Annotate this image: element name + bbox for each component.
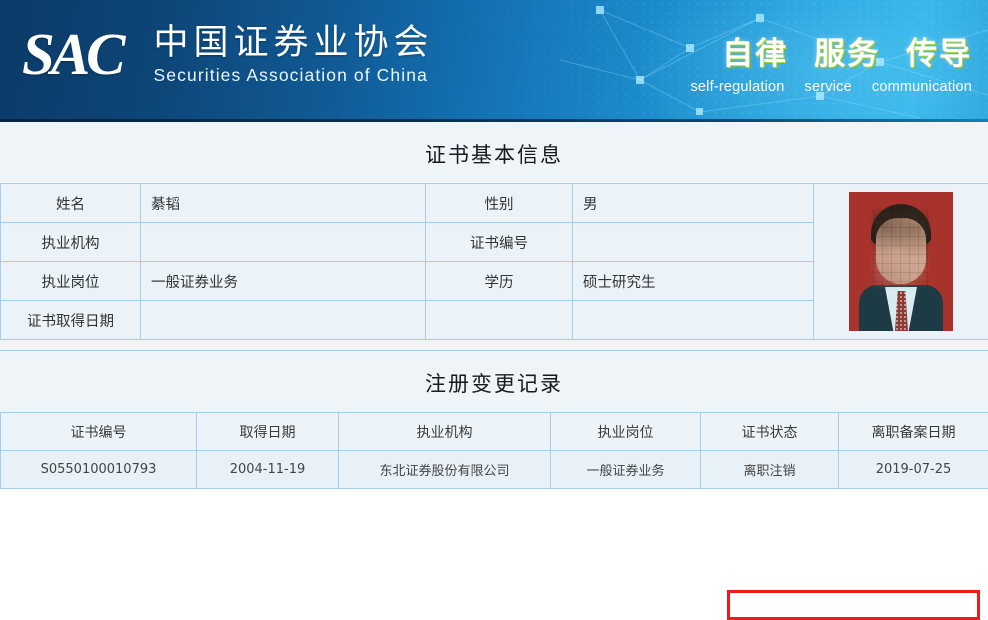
- records-header-row: 证书编号 取得日期 执业机构 执业岗位 证书状态 离职备案日期: [1, 413, 988, 451]
- slogan-en-2: communication: [872, 79, 972, 95]
- column-header-departure-date: 离职备案日期: [839, 413, 988, 451]
- id-photo: [849, 192, 953, 331]
- label-position: 执业岗位: [1, 262, 141, 301]
- value-position: 一般证券业务: [141, 262, 426, 301]
- value-empty: [573, 301, 814, 340]
- slogan-cn-0: 自律: [722, 28, 788, 73]
- page-content: 证书基本信息 姓名 綦韬 性别 男: [0, 122, 988, 489]
- cell-certificate-no: S0550100010793: [1, 451, 197, 489]
- value-name: 綦韬: [141, 184, 426, 223]
- basic-info-title: 证书基本信息: [0, 122, 988, 183]
- value-issue-date: [141, 301, 426, 340]
- column-header-obtain-date: 取得日期: [197, 413, 339, 451]
- value-institution: [141, 223, 426, 262]
- organization-name: 中国证券业协会 Securities Association of China: [154, 24, 434, 86]
- column-header-institution: 执业机构: [339, 413, 551, 451]
- column-header-position: 执业岗位: [551, 413, 701, 451]
- sac-logo[interactable]: SAC 中国证券业协会 Securities Association of Ch…: [22, 24, 434, 86]
- registration-change-records-table: 证书编号 取得日期 执业机构 执业岗位 证书状态 离职备案日期 S0550100…: [0, 412, 988, 489]
- slogan-cn-1: 服务: [814, 28, 880, 73]
- section-divider: [0, 340, 988, 351]
- slogan-en-1: service: [805, 79, 852, 95]
- value-certificate-no: [573, 223, 814, 262]
- label-empty: [426, 301, 573, 340]
- label-name: 姓名: [1, 184, 141, 223]
- photo-pixelation-grid: [873, 210, 929, 286]
- status-highlight-box: [727, 590, 980, 620]
- sac-logo-text: SAC: [22, 25, 122, 84]
- label-certificate-no: 证书编号: [426, 223, 573, 262]
- organization-name-en: Securities Association of China: [154, 65, 434, 86]
- label-gender: 性别: [426, 184, 573, 223]
- organization-name-cn: 中国证券业协会: [154, 24, 434, 63]
- table-row: S0550100010793 2004-11-19 东北证券股份有限公司 一般证…: [1, 451, 988, 489]
- value-gender: 男: [573, 184, 814, 223]
- slogan-en-row: self-regulation service communication: [690, 79, 972, 95]
- photo-cell: [814, 184, 988, 340]
- site-header-banner: SAC 中国证券业协会 Securities Association of Ch…: [0, 0, 988, 122]
- column-header-status: 证书状态: [701, 413, 839, 451]
- label-institution: 执业机构: [1, 223, 141, 262]
- cell-institution: 东北证券股份有限公司: [339, 451, 551, 489]
- certificate-basic-info-table: 姓名 綦韬 性别 男: [0, 183, 988, 340]
- cell-obtain-date: 2004-11-19: [197, 451, 339, 489]
- value-education: 硕士研究生: [573, 262, 814, 301]
- cell-status: 离职注销: [701, 451, 839, 489]
- label-issue-date: 证书取得日期: [1, 301, 141, 340]
- cell-position: 一般证券业务: [551, 451, 701, 489]
- table-row: 姓名 綦韬 性别 男: [1, 184, 988, 223]
- column-header-certificate-no: 证书编号: [1, 413, 197, 451]
- change-records-title: 注册变更记录: [0, 351, 988, 412]
- banner-slogan: 自律 服务 传导 self-regulation service communi…: [690, 28, 972, 95]
- slogan-en-0: self-regulation: [690, 79, 784, 95]
- cell-departure-date: 2019-07-25: [839, 451, 988, 489]
- slogan-cn-row: 自律 服务 传导: [690, 28, 972, 73]
- slogan-cn-2: 传导: [906, 28, 972, 73]
- label-education: 学历: [426, 262, 573, 301]
